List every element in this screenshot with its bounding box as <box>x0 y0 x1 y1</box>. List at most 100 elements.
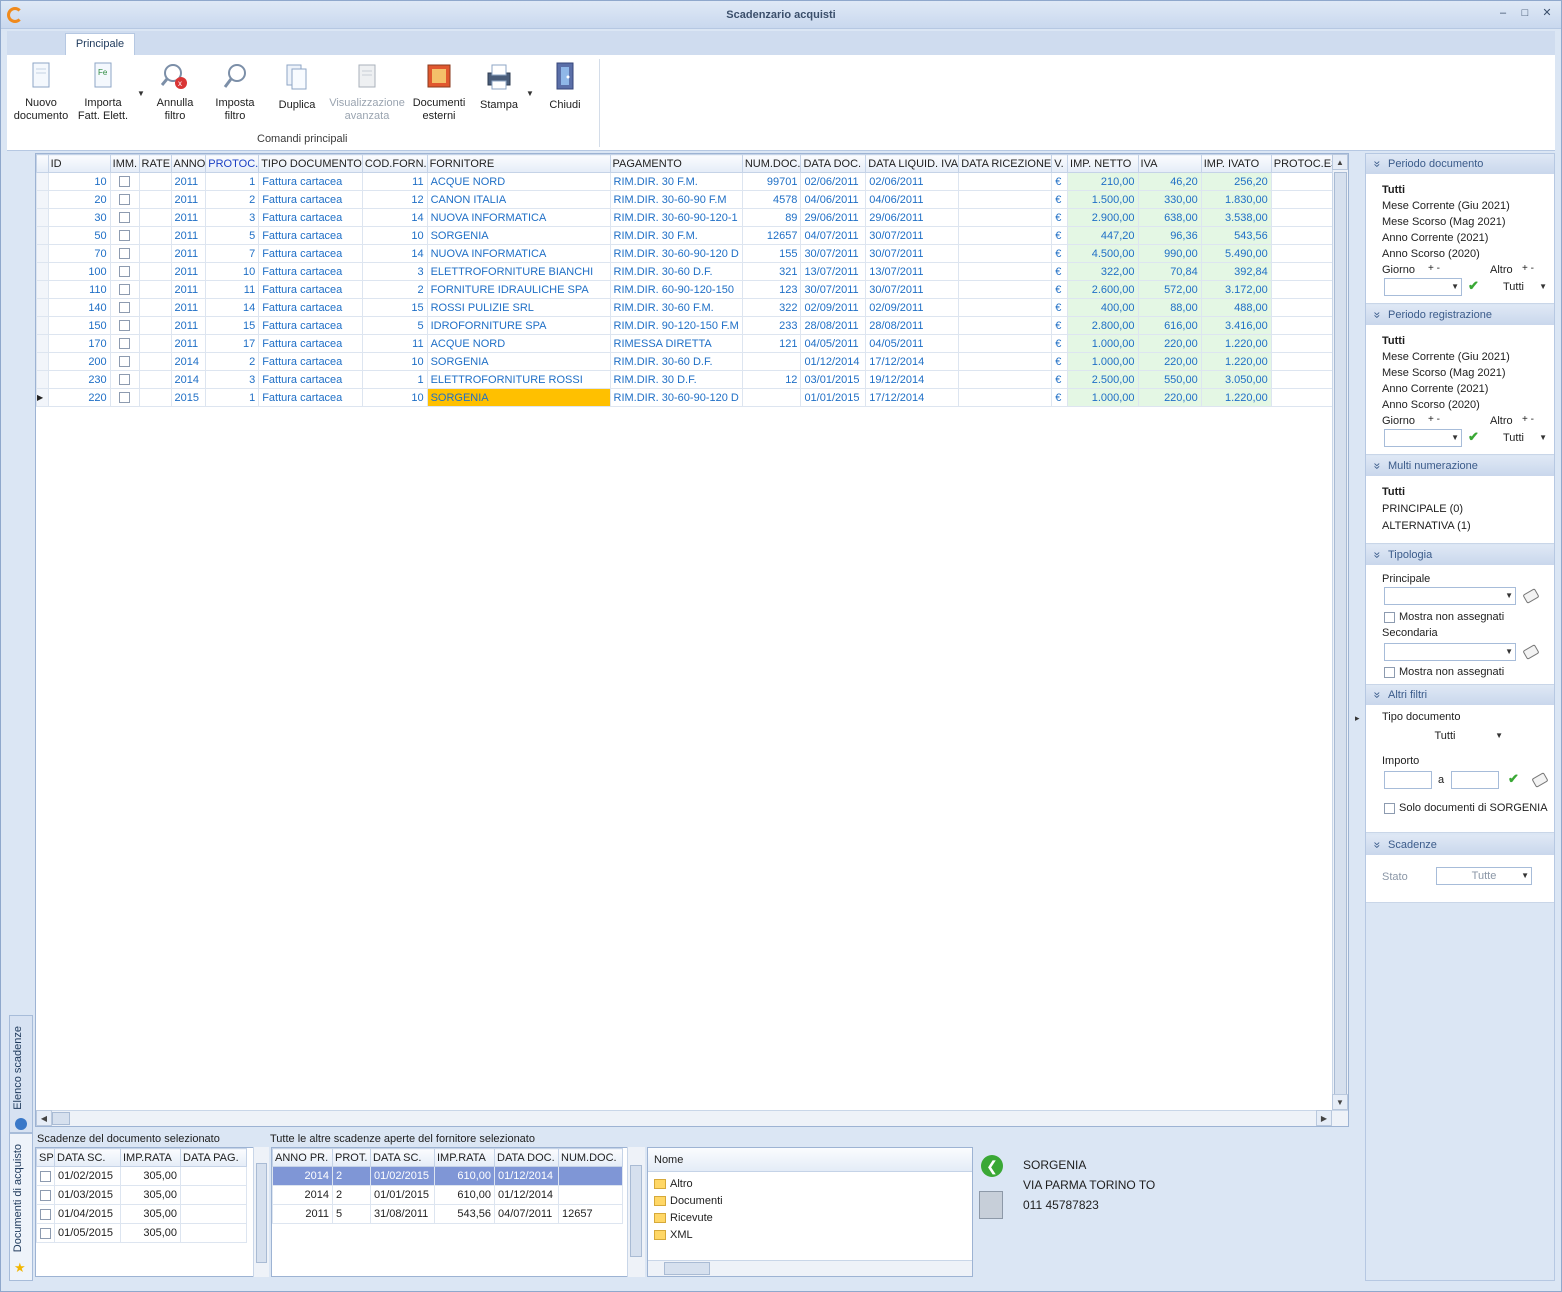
row-indicator[interactable] <box>36 244 49 263</box>
horizontal-scroll-thumb[interactable] <box>52 1112 70 1125</box>
periodo-doc-item[interactable]: Tutti <box>1382 184 1405 196</box>
row-indicator[interactable] <box>36 334 49 353</box>
imm-checkbox[interactable] <box>119 356 131 368</box>
column-header[interactable]: ANNO PR. <box>272 1148 333 1167</box>
column-header[interactable]: IVA <box>1137 154 1202 173</box>
table-row[interactable]: 20 2011 2 Fattura cartacea 12 CANON ITALIA RIM… <box>36 190 1349 209</box>
periodo-reg-item[interactable]: Anno Corrente (2021) <box>1382 383 1488 395</box>
table-row[interactable]: 200 2014 2 Fattura cartacea 10 SORGENIA RIM.DI… <box>36 352 1349 371</box>
doc-scadenze-scrollbar[interactable] <box>253 1147 269 1277</box>
splitter-arrow-icon[interactable]: ▸ <box>1355 713 1360 724</box>
principale-mostra-checkbox[interactable]: Mostra non assegnati <box>1384 611 1504 623</box>
section-periodo-documento[interactable]: Periodo documento <box>1366 154 1554 174</box>
column-header[interactable]: ID <box>47 154 111 173</box>
table-row[interactable]: 100 2011 10 Fattura cartacea 3 ELETTROFORNITU… <box>36 262 1349 281</box>
folder-item[interactable]: XML <box>654 1227 966 1244</box>
column-header[interactable]: TIPO DOCUMENTO <box>258 154 363 173</box>
tab-principale[interactable]: Principale <box>65 33 135 55</box>
table-row[interactable]: 2011 5 31/08/2011 543,56 04/07/2011 12657 <box>272 1204 623 1224</box>
column-header[interactable]: ANNO <box>170 154 207 173</box>
column-header[interactable]: IMP.RATA <box>120 1148 181 1167</box>
altro-plus-icon[interactable]: + - <box>1522 263 1534 274</box>
column-header[interactable]: SP <box>36 1148 55 1167</box>
minimize-icon[interactable]: – <box>1497 7 1509 19</box>
column-header[interactable]: DATA DOC. <box>494 1148 559 1167</box>
imm-checkbox[interactable] <box>119 320 131 332</box>
nuovo-documento-button[interactable]: Nuovo documento <box>11 61 71 123</box>
row-indicator[interactable] <box>36 298 49 317</box>
visualizzazione-avanzata-button[interactable]: Visualizzazione avanzata <box>327 61 407 123</box>
row-indicator[interactable]: ▶ <box>36 388 49 407</box>
table-row[interactable]: 01/04/2015 305,00 <box>36 1204 247 1224</box>
principale-select[interactable]: ▼ <box>1384 587 1516 605</box>
periodo-reg-item[interactable]: Mese Scorso (Mag 2021) <box>1382 367 1506 379</box>
tipo-documento-select[interactable]: Tutti ▼ <box>1384 727 1506 745</box>
column-header[interactable]: NUM.DOC. <box>741 154 802 173</box>
apply-check-icon[interactable]: ✔ <box>1468 278 1479 294</box>
folder-item[interactable]: Ricevute <box>654 1210 966 1227</box>
periodo-reg-item[interactable]: Mese Corrente (Giu 2021) <box>1382 351 1510 363</box>
back-arrow-icon[interactable]: ❮ <box>981 1155 1003 1177</box>
periodo-doc-item[interactable]: Mese Corrente (Giu 2021) <box>1382 200 1510 212</box>
maximize-icon[interactable]: □ <box>1519 7 1531 19</box>
row-indicator[interactable] <box>36 172 49 191</box>
chiudi-button[interactable]: Chiudi <box>537 61 593 112</box>
row-indicator[interactable] <box>36 370 49 389</box>
imm-checkbox[interactable] <box>119 284 131 296</box>
duplica-button[interactable]: Duplica <box>269 61 325 112</box>
column-header[interactable]: PROT. <box>332 1148 371 1167</box>
giorno-plus-icon[interactable]: + - <box>1428 263 1440 274</box>
table-row[interactable]: 01/02/2015 305,00 <box>36 1166 247 1186</box>
grid-horizontal-scrollbar[interactable]: ◀ ▶ <box>36 1110 1348 1126</box>
table-row[interactable]: 170 2011 17 Fattura cartacea 11 ACQUE NORD RIM… <box>36 334 1349 353</box>
section-multi-numerazione[interactable]: Multi numerazione <box>1366 456 1554 476</box>
row-indicator[interactable] <box>36 316 49 335</box>
tab-elenco-scadenze[interactable]: Elenco scadenze <box>9 1015 33 1133</box>
altro-select[interactable]: Tutti ▼ <box>1490 278 1550 296</box>
numerazione-item[interactable]: Tutti <box>1382 486 1405 498</box>
table-row[interactable]: 110 2011 11 Fattura cartacea 2 FORNITURE IDRA… <box>36 280 1349 299</box>
column-header[interactable]: PROTOC. <box>205 154 260 173</box>
folders-horizontal-scrollbar[interactable] <box>648 1260 972 1276</box>
column-header[interactable]: NUM.DOC. <box>558 1148 623 1167</box>
annulla-filtro-button[interactable]: x Annulla filtro <box>147 61 203 123</box>
close-icon[interactable]: ✕ <box>1541 7 1553 19</box>
row-indicator[interactable] <box>36 190 49 209</box>
eraser-icon[interactable] <box>1531 772 1549 788</box>
other-scadenze-scroll-thumb[interactable] <box>630 1165 642 1257</box>
column-header[interactable]: IMP.RATA <box>434 1148 495 1167</box>
secondaria-mostra-checkbox[interactable]: Mostra non assegnati <box>1384 666 1504 678</box>
table-row[interactable]: 10 2011 1 Fattura cartacea 11 ACQUE NORD RIM.D… <box>36 172 1349 191</box>
periodo-reg-item[interactable]: Tutti <box>1382 335 1405 347</box>
importo-a-input[interactable] <box>1451 771 1499 789</box>
altro-select[interactable]: Tutti ▼ <box>1490 429 1550 447</box>
section-tipologia[interactable]: Tipologia <box>1366 545 1554 565</box>
sp-checkbox[interactable] <box>40 1227 51 1239</box>
section-altri-filtri[interactable]: Altri filtri <box>1366 685 1554 705</box>
grid-vertical-scrollbar[interactable]: ▲ ▼ <box>1332 154 1348 1126</box>
folder-item[interactable]: Altro <box>654 1176 966 1193</box>
column-header[interactable]: V. <box>1051 154 1069 173</box>
table-row[interactable]: 2014 2 01/01/2015 610,00 01/12/2014 <box>272 1185 623 1205</box>
folder-item[interactable]: Documenti <box>654 1193 966 1210</box>
imm-checkbox[interactable] <box>119 374 131 386</box>
section-scadenze[interactable]: Scadenze <box>1366 835 1554 855</box>
giorno-plus-icon[interactable]: + - <box>1428 414 1440 425</box>
numerazione-item[interactable]: ALTERNATIVA (1) <box>1382 520 1471 532</box>
column-header[interactable]: IMP. IVATO <box>1200 154 1272 173</box>
column-header[interactable]: DATA SC. <box>54 1148 121 1167</box>
periodo-doc-item[interactable]: Anno Scorso (2020) <box>1382 248 1480 260</box>
importa-fatt-button[interactable]: Fe Importa Fatt. Elett. <box>73 61 133 123</box>
scroll-up-icon[interactable]: ▲ <box>1332 154 1348 170</box>
imposta-filtro-button[interactable]: Imposta filtro <box>207 61 263 123</box>
row-indicator[interactable] <box>36 226 49 245</box>
folders-scroll-thumb[interactable] <box>664 1262 710 1275</box>
stampa-button[interactable]: Stampa <box>471 61 527 112</box>
scroll-right-icon[interactable]: ▶ <box>1316 1110 1332 1126</box>
table-row[interactable]: 2014 2 01/02/2015 610,00 01/12/2014 <box>272 1166 623 1186</box>
importo-da-input[interactable] <box>1384 771 1432 789</box>
row-indicator[interactable] <box>36 280 49 299</box>
table-row[interactable]: 01/03/2015 305,00 <box>36 1185 247 1205</box>
section-periodo-registrazione[interactable]: Periodo registrazione <box>1366 305 1554 325</box>
column-header[interactable]: DATA RICEZIONE <box>958 154 1053 173</box>
